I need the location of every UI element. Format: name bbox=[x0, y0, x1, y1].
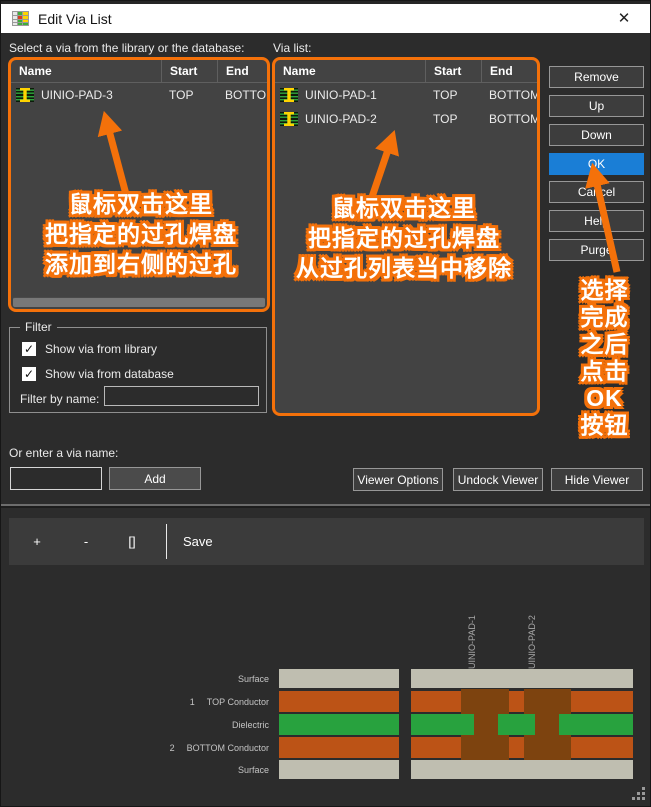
via-icon bbox=[280, 112, 298, 126]
library-list-header: Name Start End bbox=[11, 60, 267, 83]
via-list-label: Via list: bbox=[273, 41, 311, 55]
via-drill bbox=[474, 711, 498, 738]
via-icon bbox=[280, 88, 298, 102]
show-database-label: Show via from database bbox=[45, 367, 174, 381]
via-start: TOP bbox=[161, 88, 217, 102]
zoom-in-button[interactable]: + bbox=[23, 518, 51, 565]
annotation-remove-via: 鼠标双击这里 把指定的过孔焊盘 从过孔列表当中移除 bbox=[281, 193, 527, 283]
ok-button[interactable]: OK bbox=[549, 153, 644, 175]
cancel-button[interactable]: Cancel bbox=[549, 181, 644, 203]
via-name: UINIO-PAD-2 bbox=[305, 112, 377, 126]
checkbox-checked-icon[interactable]: ✓ bbox=[22, 342, 36, 356]
bottom-conductor-bar bbox=[411, 737, 633, 758]
filter-by-name-label: Filter by name: bbox=[20, 392, 99, 406]
layer-label: 1TOP Conductor bbox=[190, 697, 269, 707]
surface-layer-bar bbox=[411, 760, 633, 779]
or-enter-via-name-label: Or enter a via name: bbox=[9, 446, 118, 460]
library-via-row[interactable]: UINIO-PAD-3 TOP BOTTOM bbox=[11, 83, 267, 107]
show-database-checkbox-row[interactable]: ✓ Show via from database bbox=[22, 367, 174, 381]
layer-label: 2BOTTOM Conductor bbox=[170, 743, 269, 753]
add-button[interactable]: Add bbox=[109, 467, 201, 490]
remove-button[interactable]: Remove bbox=[549, 66, 644, 88]
via-row[interactable]: UINIO-PAD-2 TOP BOTTOM bbox=[275, 107, 537, 131]
via-drill bbox=[535, 711, 559, 738]
window-title: Edit Via List bbox=[38, 11, 112, 27]
filter-legend: Filter bbox=[20, 320, 57, 334]
library-list-hscrollbar[interactable] bbox=[13, 297, 265, 307]
column-start: Start bbox=[425, 60, 481, 82]
purge-button[interactable]: Purge bbox=[549, 239, 644, 261]
save-button[interactable]: Save bbox=[183, 518, 213, 565]
via-end: BOTTOM bbox=[481, 112, 540, 126]
layer-label: Surface bbox=[226, 674, 269, 684]
column-end: End bbox=[481, 60, 537, 82]
zoom-out-button[interactable]: - bbox=[72, 518, 100, 565]
column-end: End bbox=[217, 60, 267, 82]
dielectric-bar bbox=[411, 714, 633, 735]
edit-via-list-window: Edit Via List ✕ Select a via from the li… bbox=[0, 0, 651, 807]
layer-label: Surface bbox=[226, 765, 269, 775]
via-end: BOTTOM bbox=[217, 88, 270, 102]
annotation-click-ok: 选择 完成 之后 点击 OK 按钮 bbox=[557, 277, 651, 439]
surface-layer-bar bbox=[279, 669, 399, 688]
show-library-checkbox-row[interactable]: ✓ Show via from library bbox=[22, 342, 157, 356]
filter-by-name-input[interactable] bbox=[104, 386, 259, 406]
viewer-options-button[interactable]: Viewer Options bbox=[353, 468, 443, 491]
down-button[interactable]: Down bbox=[549, 124, 644, 146]
top-conductor-bar bbox=[279, 691, 399, 712]
filter-group: Filter ✓ Show via from library ✓ Show vi… bbox=[9, 327, 267, 413]
up-button[interactable]: Up bbox=[549, 95, 644, 117]
via-name-input[interactable] bbox=[10, 467, 102, 490]
undock-viewer-button[interactable]: Undock Viewer bbox=[453, 468, 543, 491]
close-icon[interactable]: ✕ bbox=[613, 8, 635, 30]
bottom-conductor-bar bbox=[279, 737, 399, 758]
column-name: Name bbox=[275, 60, 425, 82]
viewer-via-label: UINIO-PAD-1 bbox=[466, 615, 478, 669]
select-via-label: Select a via from the library or the dat… bbox=[9, 41, 244, 55]
surface-layer-bar bbox=[411, 669, 633, 688]
via-start: TOP bbox=[425, 88, 481, 102]
viewer-via-label: UINIO-PAD-2 bbox=[526, 615, 538, 669]
via-pad bbox=[461, 735, 509, 760]
via-row[interactable]: UINIO-PAD-1 TOP BOTTOM bbox=[275, 83, 537, 107]
app-icon bbox=[12, 11, 29, 26]
toolbar-divider bbox=[166, 524, 167, 559]
help-button[interactable]: Help bbox=[549, 210, 644, 232]
annotation-add-via: 鼠标双击这里 把指定的过孔焊盘 添加到右侧的过孔 bbox=[17, 189, 265, 279]
via-icon bbox=[16, 88, 34, 102]
viewer-splitter[interactable] bbox=[1, 504, 650, 508]
via-start: TOP bbox=[425, 112, 481, 126]
viewer-toolbar: + - [] Save bbox=[9, 518, 644, 565]
dielectric-bar bbox=[279, 714, 399, 735]
zoom-fit-button[interactable]: [] bbox=[118, 518, 146, 565]
hide-viewer-button[interactable]: Hide Viewer bbox=[551, 468, 643, 491]
via-pad bbox=[524, 735, 571, 760]
via-list-header: Name Start End bbox=[275, 60, 537, 83]
via-name: UINIO-PAD-1 bbox=[305, 88, 377, 102]
column-name: Name bbox=[11, 60, 161, 82]
column-start: Start bbox=[161, 60, 217, 82]
show-library-label: Show via from library bbox=[45, 342, 157, 356]
via-name: UINIO-PAD-3 bbox=[41, 88, 113, 102]
title-bar: Edit Via List ✕ bbox=[1, 1, 650, 33]
surface-layer-bar bbox=[279, 760, 399, 779]
via-end: BOTTOM bbox=[481, 88, 540, 102]
layer-label: Dielectric bbox=[220, 720, 269, 730]
checkbox-checked-icon[interactable]: ✓ bbox=[22, 367, 36, 381]
top-conductor-bar bbox=[411, 691, 633, 712]
